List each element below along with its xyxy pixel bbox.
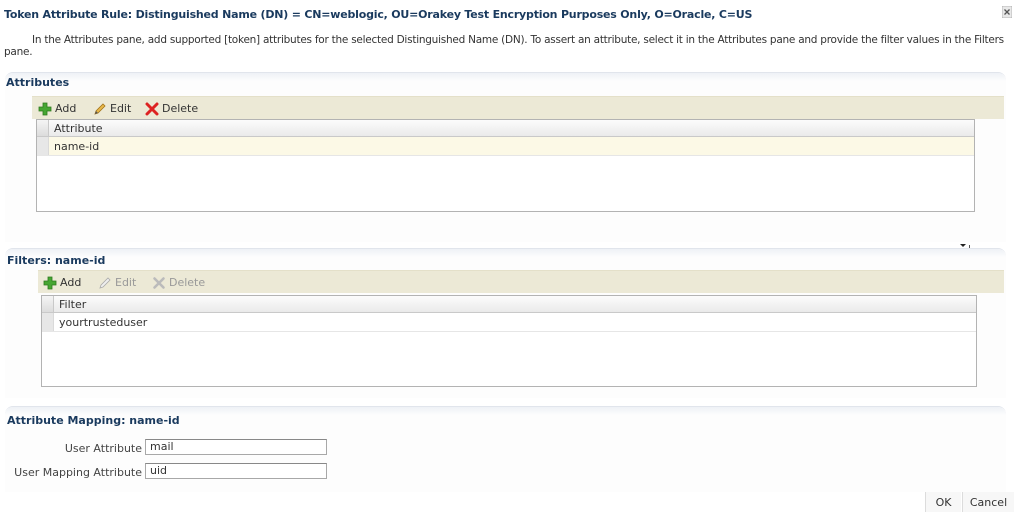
instructions-text: In the Attributes pane, add supported [t… xyxy=(4,34,1004,58)
pencil-icon xyxy=(93,102,107,116)
attributes-title: Attributes xyxy=(6,76,70,89)
filters-delete-label: Delete xyxy=(169,276,206,289)
attributes-toolbar: Add Edit Delete xyxy=(32,96,1004,119)
attributes-delete-label: Delete xyxy=(162,102,199,115)
attributes-edit-button[interactable]: Edit xyxy=(93,101,131,116)
pencil-icon xyxy=(98,276,112,290)
table-row[interactable]: name-id xyxy=(37,137,974,156)
mapping-title: Attribute Mapping: name-id xyxy=(7,414,180,427)
filter-cell: yourtrusteduser xyxy=(59,316,148,329)
filters-edit-label: Edit xyxy=(115,276,137,289)
filters-delete-button[interactable]: Delete xyxy=(152,275,205,290)
user-mapping-attribute-field[interactable]: uid xyxy=(145,463,327,479)
filters-title: Filters: name-id xyxy=(7,254,106,267)
filters-edit-button[interactable]: Edit xyxy=(98,275,136,290)
close-icon[interactable] xyxy=(1001,5,1013,19)
delete-x-icon xyxy=(152,276,166,290)
attributes-edit-label: Edit xyxy=(110,102,132,115)
attributes-table-header: Attribute xyxy=(37,120,974,137)
filters-table-header: Filter xyxy=(42,296,976,313)
delete-x-icon xyxy=(145,102,159,116)
attributes-table: Attribute name-id xyxy=(36,119,975,212)
filters-add-label: Add xyxy=(60,276,82,289)
attribute-cell: name-id xyxy=(54,140,100,153)
user-attribute-label: User Attribute xyxy=(64,442,142,455)
plus-icon xyxy=(38,102,52,116)
ok-button[interactable]: OK xyxy=(925,492,961,512)
attributes-add-button[interactable]: Add xyxy=(38,101,76,116)
plus-icon xyxy=(43,276,57,290)
user-mapping-attribute-label: User Mapping Attribute xyxy=(14,466,142,479)
cancel-button[interactable]: Cancel xyxy=(962,492,1014,512)
dialog-title: Token Attribute Rule: Distinguished Name… xyxy=(4,8,753,21)
attribute-column-header[interactable]: Attribute xyxy=(54,122,103,135)
table-row[interactable]: yourtrusteduser xyxy=(42,313,976,332)
filter-column-header[interactable]: Filter xyxy=(59,298,86,311)
attributes-add-label: Add xyxy=(55,102,77,115)
user-attribute-field[interactable]: mail xyxy=(145,439,327,455)
collapse-arrow-icon[interactable] xyxy=(956,240,970,250)
filters-add-button[interactable]: Add xyxy=(43,275,81,290)
filters-toolbar: Add Edit Delete xyxy=(38,270,1004,293)
attributes-delete-button[interactable]: Delete xyxy=(145,101,198,116)
filters-table: Filter yourtrusteduser xyxy=(41,295,977,387)
